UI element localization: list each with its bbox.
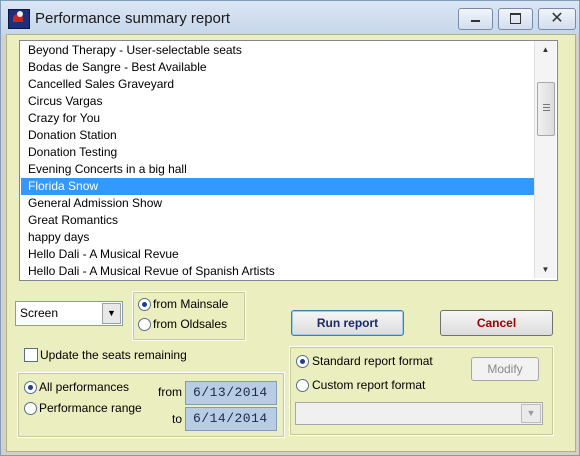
custom-format-radio[interactable] <box>296 379 309 392</box>
mainsale-label[interactable]: from Mainsale <box>153 297 228 311</box>
scroll-thumb[interactable] <box>537 82 555 136</box>
list-scrollbar[interactable]: ▲ ▼ <box>534 41 556 278</box>
performance-list[interactable]: Beyond Therapy - User-selectable seats B… <box>19 40 558 281</box>
list-item[interactable]: Donation Station <box>21 127 542 144</box>
list-item[interactable]: Evening Concerts in a big hall <box>21 161 542 178</box>
custom-format-label[interactable]: Custom report format <box>312 378 425 392</box>
list-item[interactable]: Hello Dali - A Musical Revue <box>21 246 542 263</box>
list-item[interactable]: Beyond Therapy - User-selectable seats <box>21 42 542 59</box>
grip-line <box>543 104 550 105</box>
from-label: from <box>158 385 182 399</box>
list-item[interactable]: Great Romantics <box>21 212 542 229</box>
list-item-selected[interactable]: Florida Snow <box>21 178 542 195</box>
output-destination-select[interactable]: Screen ▼ <box>15 301 123 326</box>
run-report-label: Run report <box>316 316 379 330</box>
cancel-label: Cancel <box>476 316 517 330</box>
minimize-button[interactable] <box>458 8 493 30</box>
list-item[interactable]: Hello Dali - A Musical Revue of Spanish … <box>21 263 542 280</box>
output-destination-value: Screen <box>20 306 59 320</box>
custom-format-select[interactable]: ▼ <box>295 402 543 425</box>
all-performances-radio[interactable] <box>24 381 37 394</box>
grip-line <box>543 110 550 111</box>
grip-line <box>543 107 550 108</box>
list-item[interactable]: General Admission Show <box>21 195 542 212</box>
list-item[interactable]: Crazy for You <box>21 110 542 127</box>
performance-range-radio[interactable] <box>24 402 37 415</box>
scroll-up-icon[interactable]: ▲ <box>535 41 556 58</box>
all-performances-label[interactable]: All performances <box>39 380 129 394</box>
update-seats-checkbox[interactable] <box>24 348 38 362</box>
list-item[interactable]: happy days <box>21 229 542 246</box>
run-report-button[interactable]: Run report <box>291 310 404 336</box>
modify-button[interactable]: Modify <box>471 357 539 381</box>
chevron-down-icon[interactable]: ▼ <box>521 404 541 423</box>
window-title: Performance summary report <box>35 10 231 27</box>
oldsales-radio[interactable] <box>138 318 151 331</box>
mainsale-radio[interactable] <box>138 298 151 311</box>
list-item[interactable]: Bodas de Sangre - Best Available <box>21 59 542 76</box>
cancel-button[interactable]: Cancel <box>440 310 553 336</box>
chevron-down-icon[interactable]: ▼ <box>102 303 121 324</box>
list-item[interactable]: Circus Vargas <box>21 93 542 110</box>
from-date-field[interactable]: 6/13/2014 <box>185 381 277 405</box>
standard-format-label[interactable]: Standard report format <box>312 354 433 368</box>
title-bar[interactable]: Performance summary report ✕ <box>1 1 579 35</box>
update-seats-label[interactable]: Update the seats remaining <box>40 348 187 362</box>
close-button[interactable]: ✕ <box>538 8 576 30</box>
oldsales-label[interactable]: from Oldsales <box>153 317 227 331</box>
performance-range-label[interactable]: Performance range <box>39 401 142 415</box>
list-item[interactable]: Donation Testing <box>21 144 542 161</box>
to-date-field[interactable]: 6/14/2014 <box>185 407 277 431</box>
maximize-button[interactable] <box>498 8 533 30</box>
to-label: to <box>172 412 183 426</box>
scroll-down-icon[interactable]: ▼ <box>535 261 556 278</box>
list-item[interactable]: Cancelled Sales Graveyard <box>21 76 542 93</box>
close-icon: ✕ <box>550 10 564 27</box>
app-icon <box>8 9 30 29</box>
standard-format-radio[interactable] <box>296 355 309 368</box>
